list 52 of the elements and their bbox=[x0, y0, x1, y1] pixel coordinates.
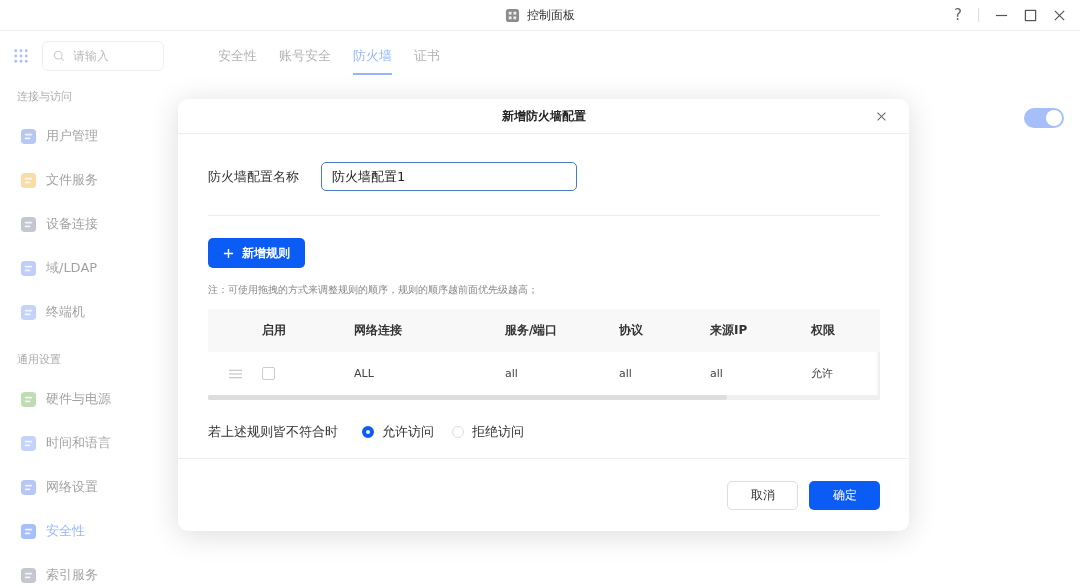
radio-option[interactable]: 拒绝访问 bbox=[452, 423, 524, 441]
add-rule-button[interactable]: 新增规则 bbox=[208, 238, 305, 268]
sidebar-item[interactable]: 文件服务 bbox=[0, 158, 190, 202]
column-header: 权限 bbox=[811, 322, 836, 339]
column-header: 来源IP bbox=[710, 322, 749, 339]
plus-icon bbox=[223, 247, 234, 259]
dialog-title: 新增防火墙配置 bbox=[501, 107, 586, 125]
sidebar-item[interactable]: 终端机 bbox=[0, 290, 190, 334]
table-cell-text: all bbox=[710, 367, 724, 380]
apps-grid-icon[interactable] bbox=[14, 49, 28, 63]
column-header: 协议 bbox=[619, 322, 644, 339]
tab[interactable]: 证书 bbox=[414, 47, 440, 75]
sidebar-item[interactable]: 域/LDAP bbox=[0, 246, 190, 290]
table-cell-text: 允许 bbox=[811, 366, 834, 381]
default-rule-label: 若上述规则皆不符合时 bbox=[208, 423, 338, 441]
sidebar-heading: 通用设置 bbox=[16, 352, 62, 368]
column-header: 网络连接 bbox=[354, 322, 403, 339]
sidebar-item[interactable]: 网络设置 bbox=[0, 465, 190, 509]
tab[interactable]: 账号安全 bbox=[279, 47, 331, 75]
tab[interactable]: 防火墙 bbox=[353, 47, 392, 75]
sidebar-item[interactable]: 用户管理 bbox=[0, 114, 190, 158]
name-input[interactable]: 防火墙配置1 bbox=[321, 162, 577, 191]
checkbox[interactable] bbox=[262, 367, 275, 380]
sidebar-item[interactable]: 设备连接 bbox=[0, 202, 190, 246]
scrollbar-thumb[interactable] bbox=[208, 395, 727, 400]
search-icon bbox=[53, 50, 65, 62]
column-header: 服务/端口 bbox=[505, 322, 559, 339]
maximize-icon[interactable] bbox=[1024, 8, 1037, 22]
sidebar-item[interactable]: 索引服务 bbox=[0, 553, 190, 588]
sidebar-heading: 连接与访问 bbox=[16, 89, 73, 105]
cancel-button[interactable]: 取消 bbox=[727, 480, 798, 510]
column-header: 启用 bbox=[262, 322, 287, 339]
tab[interactable]: 安全性 bbox=[218, 47, 257, 75]
search-field[interactable]: 请输入 bbox=[42, 41, 164, 71]
drag-handle-icon[interactable] bbox=[228, 368, 242, 379]
close-icon[interactable] bbox=[876, 111, 887, 122]
help-button[interactable]: ? bbox=[954, 6, 962, 24]
radio-button[interactable] bbox=[362, 426, 374, 438]
app-icon bbox=[505, 7, 520, 23]
table-cell-text: ALL bbox=[354, 367, 375, 380]
window-title: 控制面板 bbox=[527, 6, 575, 24]
close-icon[interactable] bbox=[1053, 8, 1066, 22]
field-label: 防火墙配置名称 bbox=[208, 167, 299, 186]
ok-button[interactable]: 确定 bbox=[809, 480, 880, 510]
note-text: 注：可使用拖拽的方式来调整规则的顺序，规则的顺序越前面优先级越高； bbox=[208, 283, 539, 297]
radio-option[interactable]: 允许访问 bbox=[362, 423, 434, 441]
table-cell-text: all bbox=[505, 367, 519, 380]
sidebar-item[interactable]: 安全性 bbox=[0, 509, 190, 553]
toggle-switch[interactable] bbox=[1024, 108, 1064, 128]
sidebar-item[interactable]: 时间和语言 bbox=[0, 421, 190, 465]
table-cell-text: all bbox=[619, 367, 633, 380]
sidebar-item[interactable]: 硬件与电源 bbox=[0, 377, 190, 421]
